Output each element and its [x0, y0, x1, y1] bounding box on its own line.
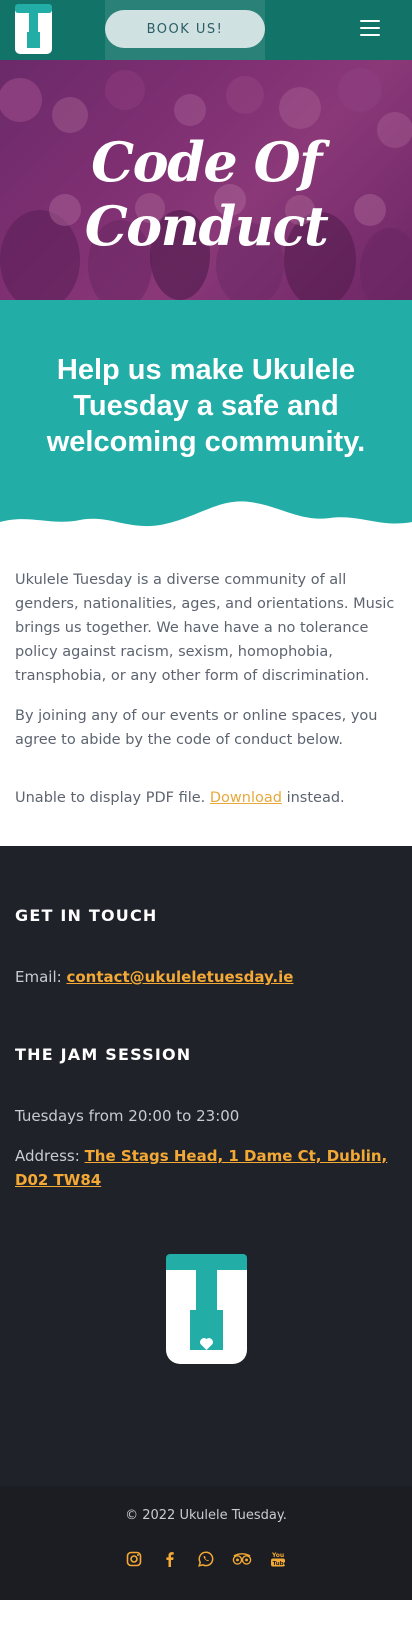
- agreement-paragraph: By joining any of our events or online s…: [15, 708, 378, 748]
- address-line: Address: The Stags Head, 1 Dame Ct, Dubl…: [15, 1144, 397, 1192]
- wave-divider: [0, 501, 412, 552]
- page-title: Code Of Conduct: [84, 130, 329, 258]
- svg-text:You: You: [271, 1552, 284, 1559]
- book-us-button[interactable]: BOOK US!: [105, 10, 265, 48]
- email-label: Email:: [15, 968, 62, 986]
- book-us-container: BOOK US!: [105, 0, 265, 60]
- menu-bar: [360, 20, 380, 22]
- pdf-fallback-text: Unable to display PDF file. Download ins…: [15, 786, 397, 810]
- site-header: BOOK US!: [0, 0, 412, 60]
- ukulele-tuesday-logo[interactable]: [15, 4, 52, 54]
- banner-heading: Help us make Ukulele Tuesday a safe and …: [46, 354, 366, 458]
- intro-paragraph: Ukulele Tuesday is a diverse community o…: [15, 572, 395, 684]
- pdf-download-link[interactable]: Download: [210, 790, 282, 806]
- social-links: You Tube: [0, 1549, 412, 1569]
- main-content: Ukulele Tuesday is a diverse community o…: [0, 550, 412, 846]
- address-label: Address:: [15, 1147, 80, 1165]
- tripadvisor-icon[interactable]: [232, 1549, 252, 1569]
- footer-logo: [166, 1254, 247, 1364]
- pdf-fallback-prefix: Unable to display PDF file.: [15, 790, 206, 806]
- hamburger-menu-icon[interactable]: [360, 20, 380, 37]
- copyright-text: © 2022 Ukulele Tuesday.: [125, 1508, 287, 1523]
- menu-bar: [360, 27, 380, 29]
- facebook-icon[interactable]: [160, 1549, 180, 1569]
- menu-bar: [360, 34, 380, 36]
- session-times: Tuesdays from 20:00 to 23:00: [15, 1107, 240, 1125]
- site-footer: GET IN TOUCH Email: contact@ukuleletuesd…: [0, 846, 412, 1486]
- contact-heading: GET IN TOUCH: [15, 906, 158, 925]
- youtube-icon[interactable]: You Tube: [268, 1549, 288, 1569]
- jam-session-heading: THE JAM SESSION: [15, 1045, 192, 1064]
- email-line: Email: contact@ukuleletuesday.ie: [15, 965, 397, 989]
- pdf-fallback-suffix: instead.: [286, 790, 345, 806]
- footer-bottom-bar: © 2022 Ukulele Tuesday. You Tube: [0, 1486, 412, 1600]
- email-link[interactable]: contact@ukuleletuesday.ie: [66, 968, 293, 986]
- intro-banner: Help us make Ukulele Tuesday a safe and …: [0, 300, 412, 552]
- whatsapp-icon[interactable]: [196, 1549, 216, 1569]
- hero-section: Code Of Conduct: [0, 60, 412, 300]
- instagram-icon[interactable]: [124, 1549, 144, 1569]
- svg-text:Tube: Tube: [273, 1561, 286, 1567]
